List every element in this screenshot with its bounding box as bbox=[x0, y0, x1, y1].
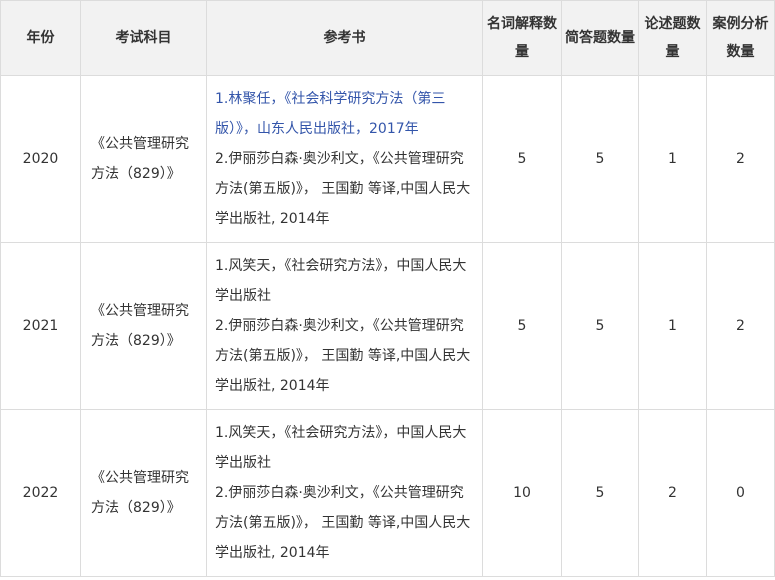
noun-count-cell: 5 bbox=[482, 242, 562, 410]
short-count-cell: 5 bbox=[561, 409, 639, 577]
header-essay-count: 论述题数量 bbox=[638, 0, 707, 76]
subject-cell: 《公共管理研究方法（829）》 bbox=[80, 409, 207, 577]
short-count-cell: 5 bbox=[561, 242, 639, 410]
header-case-count: 案例分析数量 bbox=[706, 0, 775, 76]
header-noun-count: 名词解释数量 bbox=[482, 0, 562, 76]
case-count-cell: 2 bbox=[706, 242, 775, 410]
short-count-cell: 5 bbox=[561, 75, 639, 243]
exam-info-table: 年份 考试科目 参考书 名词解释数量 简答题数量 论述题数量 案例分析数量 20… bbox=[0, 0, 775, 577]
header-short-count: 简答题数量 bbox=[561, 0, 639, 76]
book-entry: 2.伊丽莎白森·奥沙利文，《公共管理研究方法(第五版)》， 王国勤 等译,中国人… bbox=[215, 318, 471, 394]
books-cell: 1.风笑天，《社会研究方法》，中国人民大学出版社 2.伊丽莎白森·奥沙利文，《公… bbox=[206, 242, 483, 410]
year-cell: 2021 bbox=[0, 242, 81, 410]
book-entry: 1.风笑天，《社会研究方法》，中国人民大学出版社 bbox=[215, 258, 467, 304]
book-entry: 2.伊丽莎白森·奥沙利文，《公共管理研究方法(第五版)》， 王国勤 等译,中国人… bbox=[215, 485, 471, 561]
case-count-cell: 2 bbox=[706, 75, 775, 243]
header-row: 年份 考试科目 参考书 名词解释数量 简答题数量 论述题数量 案例分析数量 bbox=[0, 0, 775, 76]
table-row: 2021 《公共管理研究方法（829）》 1.风笑天，《社会研究方法》，中国人民… bbox=[0, 242, 775, 410]
book-entry: 1.风笑天，《社会研究方法》，中国人民大学出版社 bbox=[215, 425, 467, 471]
header-books: 参考书 bbox=[206, 0, 483, 76]
books-cell: 1.林聚任，《社会科学研究方法（第三版）》，山东人民出版社，2017年 2.伊丽… bbox=[206, 75, 483, 243]
book-entry: 2.伊丽莎白森·奥沙利文，《公共管理研究方法(第五版)》， 王国勤 等译,中国人… bbox=[215, 151, 471, 227]
noun-count-cell: 10 bbox=[482, 409, 562, 577]
header-year: 年份 bbox=[0, 0, 81, 76]
book-link[interactable]: 1.林聚任，《社会科学研究方法（第三版）》，山东人民出版社，2017年 bbox=[215, 84, 476, 144]
header-subject: 考试科目 bbox=[80, 0, 207, 76]
essay-count-cell: 1 bbox=[638, 242, 707, 410]
year-cell: 2020 bbox=[0, 75, 81, 243]
subject-cell: 《公共管理研究方法（829）》 bbox=[80, 75, 207, 243]
books-cell: 1.风笑天，《社会研究方法》，中国人民大学出版社 2.伊丽莎白森·奥沙利文，《公… bbox=[206, 409, 483, 577]
table-row: 2022 《公共管理研究方法（829）》 1.风笑天，《社会研究方法》，中国人民… bbox=[0, 409, 775, 577]
case-count-cell: 0 bbox=[706, 409, 775, 577]
essay-count-cell: 1 bbox=[638, 75, 707, 243]
year-cell: 2022 bbox=[0, 409, 81, 577]
subject-cell: 《公共管理研究方法（829）》 bbox=[80, 242, 207, 410]
noun-count-cell: 5 bbox=[482, 75, 562, 243]
table-row: 2020 《公共管理研究方法（829）》 1.林聚任，《社会科学研究方法（第三版… bbox=[0, 75, 775, 243]
essay-count-cell: 2 bbox=[638, 409, 707, 577]
